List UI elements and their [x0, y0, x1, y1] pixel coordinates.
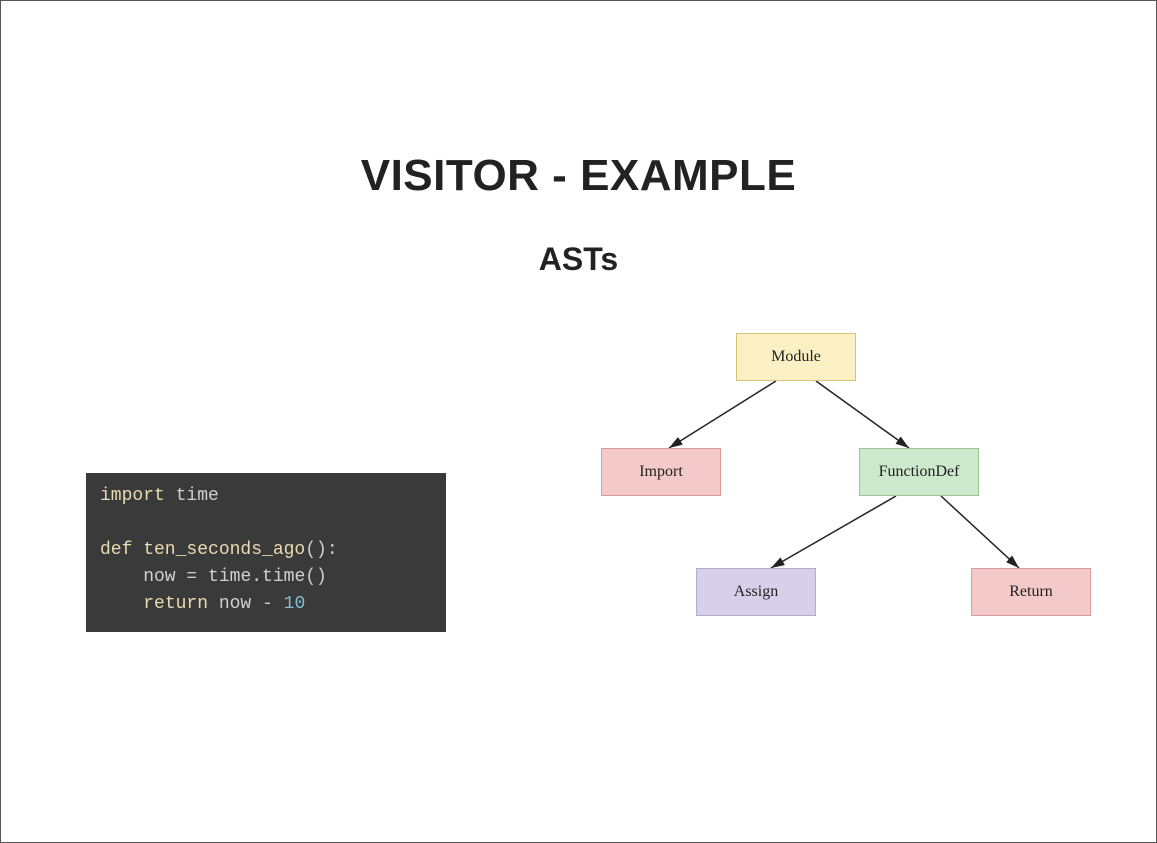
slide-content: import time def ten_seconds_ago(): now =… — [1, 308, 1156, 808]
code-text: time.time() — [197, 567, 327, 587]
node-module: Module — [736, 333, 856, 381]
ast-diagram: Module Import FunctionDef Assign Return — [521, 308, 1121, 658]
code-text: (): — [305, 540, 337, 560]
code-line: import time — [100, 483, 432, 510]
code-function: ten_seconds_ago — [132, 540, 305, 560]
node-label: Assign — [734, 583, 778, 601]
code-operator: - — [262, 594, 273, 614]
code-operator: = — [186, 567, 197, 587]
code-keyword: def — [100, 540, 132, 560]
code-line: now = time.time() — [100, 564, 432, 591]
code-keyword: return — [143, 594, 208, 614]
edge-functiondef-assign — [771, 496, 896, 568]
edge-module-functiondef — [816, 381, 909, 448]
code-text: now — [208, 594, 262, 614]
code-keyword: import — [100, 486, 165, 506]
edge-module-import — [669, 381, 776, 448]
slide-title: VISITOR - EXAMPLE — [1, 151, 1156, 201]
node-functiondef: FunctionDef — [859, 448, 979, 496]
node-import: Import — [601, 448, 721, 496]
code-line: def ten_seconds_ago(): — [100, 537, 432, 564]
code-text: time — [165, 486, 219, 506]
code-line: return now - 10 — [100, 591, 432, 618]
code-number: 10 — [284, 594, 306, 614]
code-text — [100, 594, 143, 614]
code-text — [273, 594, 284, 614]
node-label: Module — [771, 348, 821, 366]
code-text: now — [100, 567, 186, 587]
node-return: Return — [971, 568, 1091, 616]
code-block: import time def ten_seconds_ago(): now =… — [86, 473, 446, 632]
edge-functiondef-return — [941, 496, 1019, 568]
code-line — [100, 510, 432, 537]
node-assign: Assign — [696, 568, 816, 616]
node-label: Return — [1009, 583, 1053, 601]
slide-subtitle: ASTs — [1, 241, 1156, 278]
node-label: FunctionDef — [879, 463, 960, 481]
node-label: Import — [639, 463, 683, 481]
slide: VISITOR - EXAMPLE ASTs import time def t… — [1, 1, 1156, 842]
